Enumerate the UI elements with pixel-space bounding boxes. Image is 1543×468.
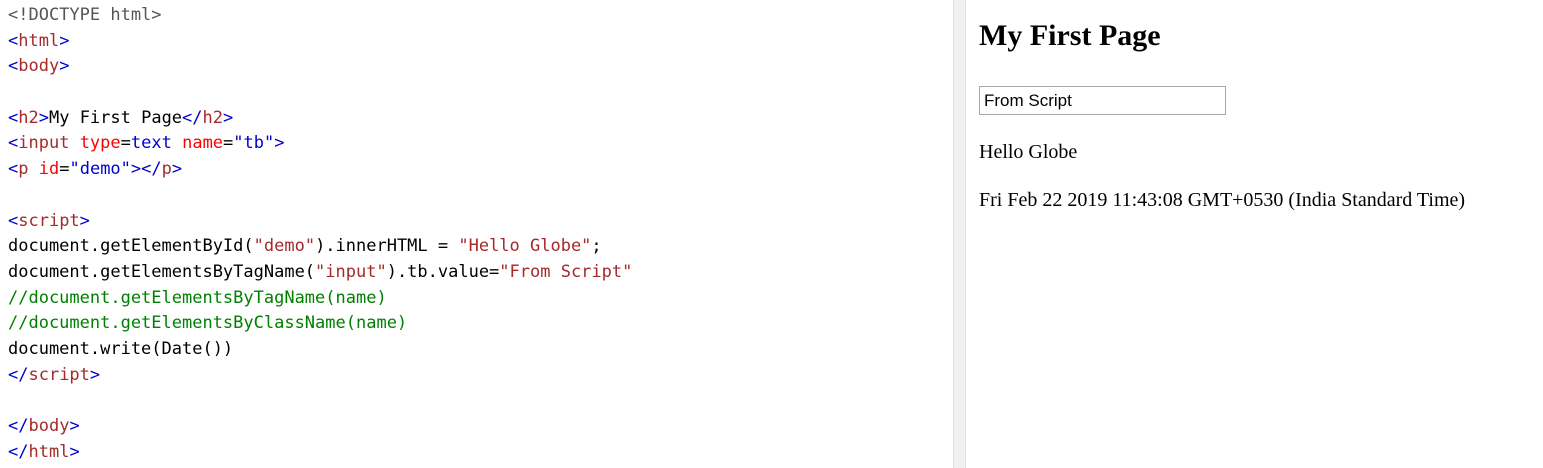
code-token: html — [28, 441, 70, 462]
code-token: "demo" — [253, 236, 316, 257]
code-line: <!DOCTYPE html> — [8, 3, 632, 29]
code-token: < — [8, 133, 19, 154]
code-token: //document.getElementsByTagName(name) — [8, 287, 387, 308]
code-token: > — [69, 416, 80, 436]
code-token: p — [161, 159, 172, 180]
code-token: </ — [8, 441, 29, 462]
code-token: //document.getElementsByClassName(name) — [8, 313, 408, 334]
code-token: body — [28, 416, 70, 436]
pane-resize-divider[interactable] — [953, 0, 966, 468]
code-token: <!DOCTYPE html> — [8, 5, 162, 25]
preview-date-output: Fri Feb 22 2019 11:43:08 GMT+0530 (India… — [979, 189, 1466, 211]
code-token: document.write(Date()) — [8, 338, 234, 359]
code-token: > — [171, 159, 183, 180]
code-token: > — [59, 56, 70, 77]
code-token: = — [120, 133, 131, 154]
code-token: < — [8, 210, 19, 231]
code-token: > — [79, 210, 90, 231]
preview-heading: My First Page — [979, 19, 1161, 52]
code-token: body — [18, 56, 60, 77]
code-token: ></ — [130, 159, 162, 180]
code-token: ; — [591, 236, 602, 257]
code-token: </ — [8, 416, 29, 436]
code-token: My First Page — [48, 107, 183, 128]
code-token: < — [8, 159, 19, 180]
code-token: > — [38, 107, 49, 128]
code-token: "From Script" — [499, 261, 633, 282]
code-token: ).innerHTML = — [315, 236, 459, 257]
code-token: type — [79, 133, 121, 154]
code-line: </body> — [8, 414, 632, 440]
code-token: script — [28, 364, 90, 385]
code-token: = — [59, 159, 70, 180]
code-line: //document.getElementsByTagName(name) — [8, 286, 632, 312]
code-line: //document.getElementsByClassName(name) — [8, 311, 632, 337]
preview-text-input[interactable] — [979, 86, 1226, 115]
code-token: text — [130, 133, 172, 154]
code-token: document.getElementById( — [8, 236, 254, 257]
code-token: > — [89, 364, 101, 385]
code-token: p — [18, 159, 29, 180]
code-token: h2 — [202, 107, 224, 128]
code-line: <input type=text name="tb"> — [8, 131, 632, 157]
code-editor-text[interactable]: <!DOCTYPE html> <html> <body> <h2>My First… — [8, 3, 632, 465]
code-token: script — [18, 210, 80, 231]
code-line: document.getElementsByTagName("input").t… — [8, 260, 632, 286]
code-line: <script> — [8, 209, 632, 235]
code-line: </script> — [8, 363, 632, 389]
code-token: > — [69, 441, 80, 462]
code-token: id — [38, 159, 60, 180]
code-token: "demo" — [69, 159, 131, 180]
preview-paragraph-demo: Hello Globe — [979, 141, 1078, 163]
code-token: h2 — [18, 107, 39, 128]
code-token: > — [274, 133, 285, 154]
code-line: <p id="demo"></p> — [8, 157, 632, 183]
code-token: html — [18, 30, 60, 51]
code-token: "Hello Globe" — [458, 236, 592, 257]
code-token: > — [223, 107, 234, 128]
code-token: ).tb.value= — [386, 261, 500, 282]
result-preview-pane: My First Page Hello Globe Fri Feb 22 201… — [966, 0, 1543, 468]
code-token: "tb" — [233, 133, 275, 154]
code-token: "input" — [315, 261, 387, 282]
code-token: name — [182, 133, 224, 154]
code-line: document.getElementById("demo").innerHTM… — [8, 234, 632, 260]
code-line: <html> — [8, 29, 632, 55]
code-token: </ — [8, 364, 29, 385]
code-editor-pane[interactable]: <!DOCTYPE html> <html> <body> <h2>My First… — [0, 0, 953, 468]
code-token: < — [8, 107, 19, 128]
code-line: <h2>My First Page</h2> — [8, 106, 632, 132]
code-line: </html> — [8, 440, 632, 466]
code-line: <body> — [8, 54, 632, 80]
code-token: </ — [182, 107, 203, 128]
code-token: < — [8, 56, 19, 77]
code-token: = — [223, 133, 234, 154]
tryit-window: <!DOCTYPE html> <html> <body> <h2>My First… — [0, 0, 1543, 468]
code-token: > — [59, 30, 70, 51]
code-token: input — [18, 133, 70, 154]
code-token: < — [8, 30, 19, 51]
code-token: document.getElementsByTagName( — [8, 261, 316, 282]
code-line: document.write(Date()) — [8, 337, 632, 363]
